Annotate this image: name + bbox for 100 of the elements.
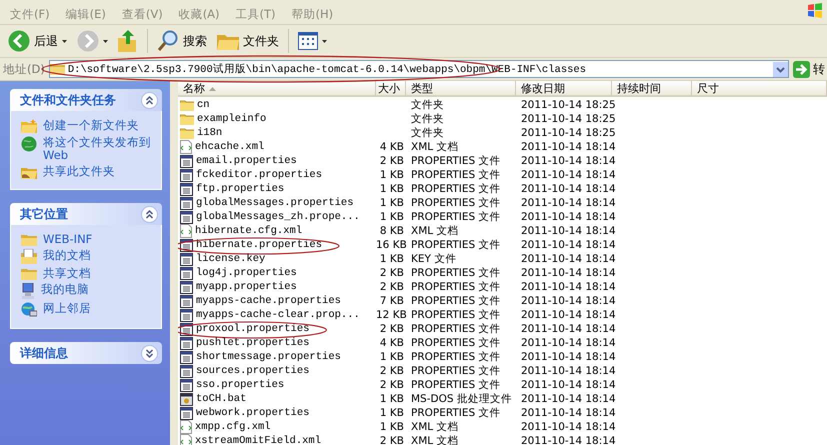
file-size: 2 KB bbox=[378, 155, 405, 167]
task-link[interactable]: 我的文档 bbox=[43, 249, 153, 262]
folders-button[interactable]: 文件夹 bbox=[213, 30, 283, 52]
file-size: 2 KB bbox=[378, 267, 405, 279]
document-folder-icon bbox=[21, 249, 37, 264]
file-type: PROPERTIES 文件 bbox=[410, 182, 502, 196]
pane-title: 文件和文件夹任务 bbox=[20, 92, 116, 108]
pane-title: 其它位置 bbox=[20, 206, 68, 222]
file-type: PROPERTIES 文件 bbox=[410, 364, 502, 378]
file-name[interactable]: shortmessage.properties bbox=[196, 351, 341, 363]
file-size: 1 KB bbox=[378, 421, 405, 433]
file-type: MS-DOS 批处理文件 bbox=[410, 392, 513, 406]
folder-icon bbox=[180, 113, 194, 125]
expand-icon[interactable] bbox=[141, 344, 158, 362]
column-header[interactable]: 修改日期 bbox=[516, 81, 612, 96]
file-name[interactable]: sso.properties bbox=[196, 379, 284, 391]
file-type: PROPERTIES 文件 bbox=[410, 154, 502, 168]
caret-icon bbox=[103, 40, 108, 42]
file-size: 16 KB bbox=[376, 239, 406, 251]
file-type: PROPERTIES 文件 bbox=[410, 168, 502, 182]
pane-header[interactable]: 其它位置 bbox=[10, 203, 162, 225]
file-size: 4 KB bbox=[378, 337, 405, 349]
windows-logo-icon bbox=[807, 3, 823, 19]
file-name[interactable]: ehcache.xml bbox=[195, 141, 264, 153]
search-button[interactable]: 搜索 bbox=[153, 28, 211, 54]
file-name[interactable]: hibernate.properties bbox=[196, 239, 322, 251]
file-size: 1 KB bbox=[378, 407, 405, 419]
task-link[interactable]: 将这个文件夹发布到 Web bbox=[43, 136, 153, 162]
caret-icon bbox=[322, 40, 327, 42]
file-size: 4 KB bbox=[378, 141, 405, 153]
column-header[interactable]: 名称 bbox=[178, 81, 376, 96]
file-type: PROPERTIES 文件 bbox=[410, 280, 502, 294]
file-size: 8 KB bbox=[378, 225, 405, 237]
network-icon bbox=[21, 302, 37, 318]
collapse-icon[interactable] bbox=[141, 206, 158, 222]
column-header[interactable]: 持续时间 bbox=[612, 81, 692, 96]
file-name[interactable]: proxool.properties bbox=[196, 323, 310, 335]
column-header[interactable]: 大小 bbox=[376, 81, 406, 96]
file-size: 1 KB bbox=[378, 211, 405, 223]
file-name[interactable]: globalMessages.properties bbox=[196, 197, 354, 209]
pane-header[interactable]: 文件和文件夹任务 bbox=[10, 89, 162, 111]
shared-folder-icon bbox=[21, 165, 37, 179]
file-name[interactable]: cn bbox=[197, 99, 210, 111]
file-type: PROPERTIES 文件 bbox=[410, 378, 502, 392]
collapse-icon[interactable] bbox=[141, 92, 158, 108]
file-type: XML 文档 bbox=[410, 420, 460, 434]
folder-icon bbox=[21, 267, 37, 280]
file-type: 文件夹 bbox=[410, 98, 445, 112]
file-type: PROPERTIES 文件 bbox=[410, 210, 502, 224]
file-name[interactable]: fckeditor.properties bbox=[196, 169, 322, 181]
file-size: 1 KB bbox=[378, 253, 405, 265]
file-type: PROPERTIES 文件 bbox=[410, 350, 502, 364]
file-size: 2 KB bbox=[378, 365, 405, 377]
task-link[interactable]: 我的电脑 bbox=[41, 283, 151, 296]
pane-title: 详细信息 bbox=[20, 344, 68, 362]
file-name[interactable]: exampleinfo bbox=[197, 113, 266, 125]
file-name[interactable]: webwork.properties bbox=[196, 407, 310, 419]
file-name[interactable]: xmpp.cfg.xml bbox=[195, 421, 271, 433]
file-name[interactable]: i18n bbox=[197, 127, 222, 139]
file-size: 1 KB bbox=[378, 183, 405, 195]
file-type: 文件夹 bbox=[410, 112, 445, 126]
address-label: 地址(D) bbox=[3, 62, 45, 76]
file-name[interactable]: toCH.bat bbox=[196, 393, 246, 405]
file-name[interactable]: pushlet.properties bbox=[196, 337, 310, 349]
file-type: XML 文档 bbox=[410, 140, 460, 154]
file-type: PROPERTIES 文件 bbox=[410, 196, 502, 210]
file-name[interactable]: log4j.properties bbox=[196, 267, 297, 279]
column-header[interactable]: 尺寸 bbox=[692, 81, 827, 96]
file-size: 1 KB bbox=[378, 351, 405, 363]
file-type: PROPERTIES 文件 bbox=[410, 266, 502, 280]
arrow-icon bbox=[793, 60, 810, 78]
file-type: 文件夹 bbox=[410, 126, 445, 140]
task-link[interactable]: 共享文档 bbox=[43, 267, 153, 280]
file-name[interactable]: sources.properties bbox=[196, 365, 310, 377]
folder-icon bbox=[217, 32, 239, 50]
file-name[interactable]: globalMessages_zh.prope... bbox=[196, 211, 360, 223]
file-type: PROPERTIES 文件 bbox=[410, 308, 502, 322]
file-type: PROPERTIES 文件 bbox=[410, 406, 502, 420]
task-link[interactable]: 创建一个新文件夹 bbox=[43, 119, 153, 132]
pane-header[interactable]: 详细信息 bbox=[10, 342, 162, 364]
file-name[interactable]: email.properties bbox=[196, 155, 297, 167]
file-type: PROPERTIES 文件 bbox=[410, 294, 502, 308]
file-name[interactable]: hibernate.cfg.xml bbox=[195, 225, 302, 237]
go-button[interactable]: 转 bbox=[793, 60, 825, 78]
file-name[interactable]: myapps-cache.properties bbox=[196, 295, 341, 307]
column-header[interactable]: 类型 bbox=[406, 81, 516, 96]
task-link[interactable]: 共享此文件夹 bbox=[43, 165, 153, 178]
file-name[interactable]: myapp.properties bbox=[196, 281, 297, 293]
file-name[interactable]: license.key bbox=[196, 253, 266, 265]
file-size: 1 KB bbox=[378, 393, 405, 405]
back-button[interactable]: 后退 bbox=[4, 28, 71, 54]
view-grid-icon bbox=[298, 32, 318, 50]
file-size: 1 KB bbox=[378, 169, 405, 181]
file-size: 2 KB bbox=[378, 379, 405, 391]
task-link[interactable]: WEB-INF bbox=[43, 233, 153, 246]
file-name[interactable]: ftp.properties bbox=[196, 183, 284, 195]
file-name[interactable]: myapps-cache-clear.prop... bbox=[196, 309, 360, 321]
file-name[interactable]: xstreamOmitField.xml bbox=[195, 435, 322, 445]
task-link[interactable]: 网上邻居 bbox=[43, 302, 153, 315]
folder-icon bbox=[21, 119, 37, 133]
